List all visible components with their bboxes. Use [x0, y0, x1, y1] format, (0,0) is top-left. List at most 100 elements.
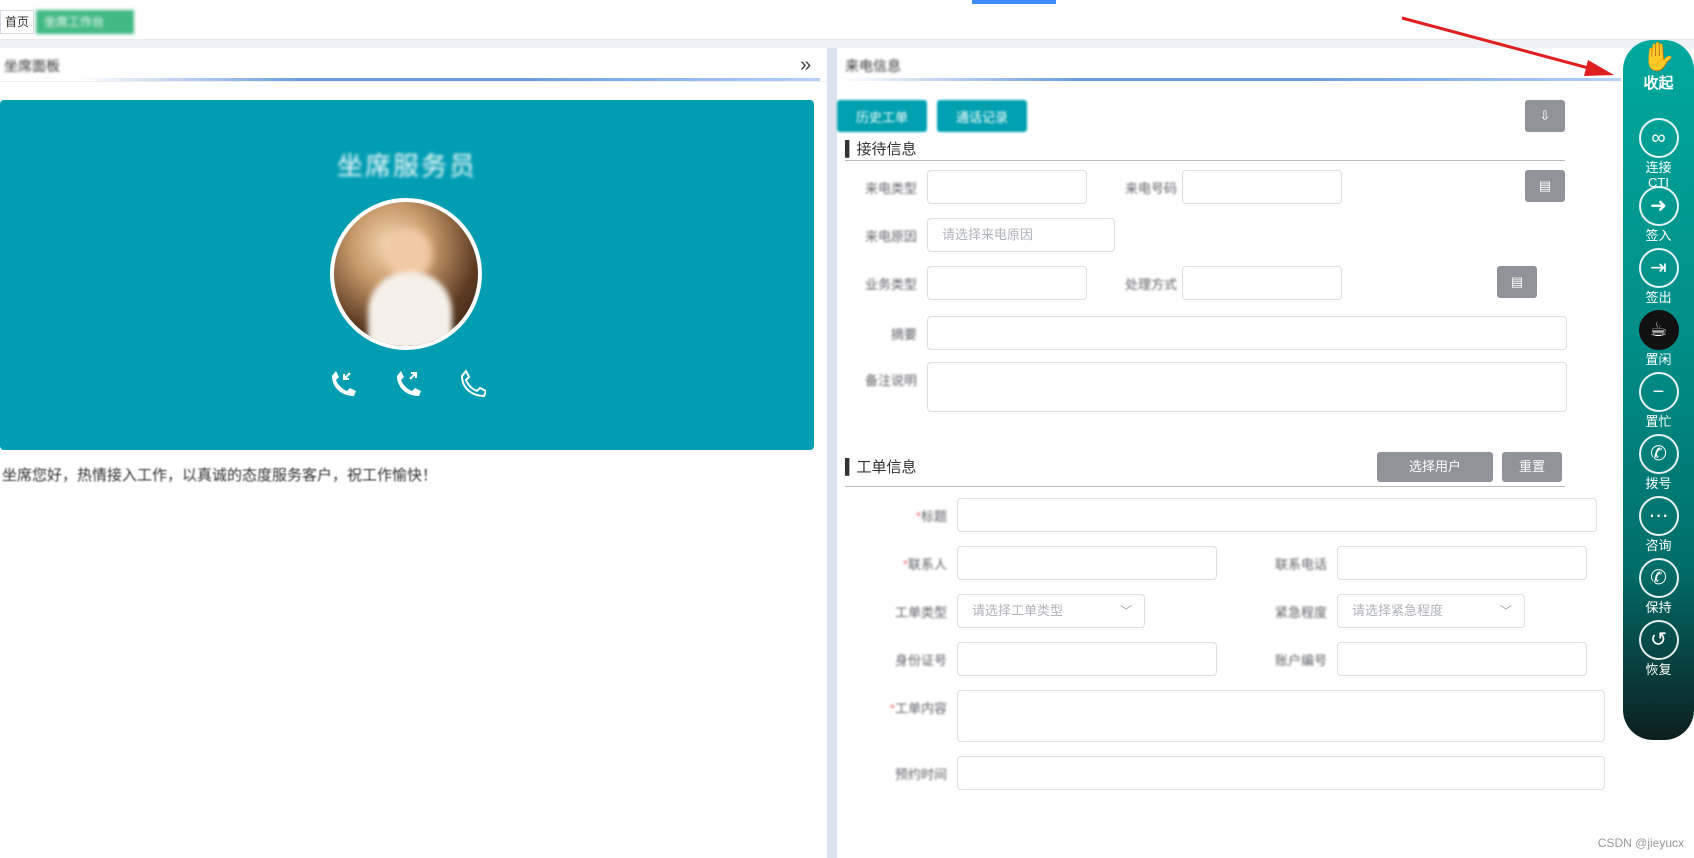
agent-panel: 坐席面板 » 坐席服务员 坐席您好，热情接入工作，以真诚的态度服务客户，祝工作愉…: [0, 48, 827, 858]
ticket-section-line: [845, 486, 1565, 487]
appointment-label: 预约时间: [894, 767, 947, 782]
business-type-input[interactable]: [927, 266, 1087, 300]
agent-panel-header: 坐席面板 »: [0, 48, 827, 82]
reception-section-label: 接待信息: [856, 141, 917, 158]
call-info-panel: 来电信息 历史工单 通话记录 ⇩ ▍接待信息 来电类型 来电号码 ▤ 来电原因 …: [837, 48, 1694, 858]
chevron-down-icon: ﹀: [1119, 604, 1132, 618]
account-number-input[interactable]: [1337, 642, 1587, 676]
phone-incoming-icon[interactable]: [328, 370, 362, 405]
sign-out-icon: ⇥: [1638, 248, 1679, 288]
urgency-placeholder: 请选择紧急程度: [1352, 603, 1444, 618]
call-reason-input[interactable]: 请选择来电原因: [927, 218, 1115, 252]
hand-icon: ✋: [1641, 41, 1676, 72]
collapse-toolbar-button[interactable]: ✋ 收起: [1623, 40, 1694, 91]
ticket-content-label-text: 工单内容: [894, 701, 947, 716]
phone-outgoing-icon[interactable]: [393, 370, 427, 405]
call-number-label: 来电号码: [1124, 181, 1177, 196]
tab-home[interactable]: 首页: [0, 10, 35, 34]
call-record-button[interactable]: 通话记录: [937, 100, 1027, 132]
ticket-type-select[interactable]: 请选择工单类型 ﹀: [957, 594, 1145, 628]
handling-input[interactable]: [1182, 266, 1342, 300]
hold-button[interactable]: ✆ 保持: [1623, 558, 1694, 615]
hold-label: 保持: [1645, 600, 1672, 615]
call-type-label: 来电类型: [864, 181, 917, 196]
consult-button[interactable]: ⋯ 咨询: [1623, 496, 1694, 553]
resume-label: 恢复: [1645, 662, 1672, 677]
document-button-2[interactable]: ▤: [1497, 266, 1537, 298]
download-button[interactable]: ⇩: [1525, 100, 1565, 132]
summary-input[interactable]: [927, 316, 1567, 350]
select-user-button[interactable]: 选择用户: [1377, 452, 1493, 482]
ticket-type-placeholder: 请选择工单类型: [972, 603, 1064, 618]
collapse-label: 收起: [1643, 75, 1674, 92]
ticket-section-title: ▍工单信息: [845, 459, 917, 476]
history-icon: ↺: [1638, 620, 1679, 660]
sign-in-icon: ➜: [1638, 186, 1679, 226]
dial-label: 拨号: [1645, 476, 1672, 491]
ticket-title-label: *标题: [915, 509, 947, 524]
connect-label: 连接: [1645, 160, 1672, 175]
ticket-content-label: *工单内容: [889, 701, 947, 716]
ticket-section-label: 工单信息: [856, 459, 917, 476]
summary-label: 摘要: [890, 327, 917, 342]
agent-card: 坐席服务员: [0, 100, 814, 450]
phone-pause-icon: ✆: [1638, 558, 1679, 598]
idle-label: 置闲: [1645, 352, 1672, 367]
top-indicator: [972, 0, 1056, 4]
contact-name-input[interactable]: [957, 546, 1217, 580]
busy-button[interactable]: − 置忙: [1623, 372, 1694, 429]
chat-icon: ⋯: [1638, 496, 1679, 536]
call-status-icons: [0, 369, 814, 405]
avatar: [330, 198, 482, 350]
coffee-icon: ☕: [1638, 310, 1679, 350]
reception-section-title: ▍接待信息: [845, 141, 917, 158]
cti-toolbar: ✋ 收起 ∞ 连接 CTI ➜ 签入 ⇥ 签出 ☕ 置闲 − 置忙 ✆ 拨号 ⋯…: [1623, 40, 1694, 740]
annotation-arrow: [1401, 16, 1614, 76]
consult-label: 咨询: [1645, 538, 1672, 553]
phone-icon: ✆: [1638, 434, 1679, 474]
sign-out-label: 签出: [1645, 290, 1672, 305]
avatar-body: [368, 272, 452, 346]
tab-active[interactable]: 坐席工作台: [36, 10, 134, 34]
ticket-title-input[interactable]: [957, 498, 1597, 532]
call-info-title: 来电信息: [845, 58, 901, 74]
sign-in-button[interactable]: ➜ 签入: [1623, 186, 1694, 243]
handling-label: 处理方式: [1124, 277, 1177, 292]
account-number-label: 账户编号: [1274, 653, 1327, 668]
ticket-type-label: 工单类型: [894, 605, 947, 620]
sign-out-button[interactable]: ⇥ 签出: [1623, 248, 1694, 305]
agent-panel-accent-line: [80, 78, 820, 81]
panel-divider[interactable]: [827, 48, 837, 858]
double-chevron-right-icon[interactable]: »: [800, 54, 811, 77]
phone-icon[interactable]: [458, 369, 488, 405]
reception-section-line: [845, 160, 1565, 161]
call-type-input[interactable]: [927, 170, 1087, 204]
welcome-text: 坐席您好，热情接入工作，以真诚的态度服务客户，祝工作愉快！: [2, 467, 438, 484]
id-number-input[interactable]: [957, 642, 1217, 676]
ticket-content-textarea[interactable]: [957, 690, 1605, 742]
idle-button[interactable]: ☕ 置闲: [1623, 310, 1694, 367]
sign-in-label: 签入: [1645, 228, 1672, 243]
connect-cti-button[interactable]: ∞ 连接 CTI: [1623, 118, 1694, 190]
resume-button[interactable]: ↺ 恢复: [1623, 620, 1694, 677]
id-number-label: 身份证号: [894, 653, 947, 668]
contact-name-label: *联系人: [902, 557, 947, 572]
chevron-down-icon: ﹀: [1499, 604, 1512, 618]
appointment-input[interactable]: [957, 756, 1605, 790]
reset-button[interactable]: 重置: [1502, 452, 1562, 482]
urgency-label: 紧急程度: [1274, 605, 1327, 620]
urgency-select[interactable]: 请选择紧急程度 ﹀: [1337, 594, 1525, 628]
ticket-title-label-text: 标题: [920, 509, 947, 524]
link-icon: ∞: [1638, 118, 1679, 158]
history-ticket-button[interactable]: 历史工单: [837, 100, 927, 132]
call-reason-label: 来电原因: [864, 229, 917, 244]
contact-name-label-text: 联系人: [907, 557, 947, 572]
minus-circle-icon: −: [1638, 372, 1679, 412]
call-number-input[interactable]: [1182, 170, 1342, 204]
dial-button[interactable]: ✆ 拨号: [1623, 434, 1694, 491]
remark-textarea[interactable]: [927, 362, 1567, 412]
watermark: CSDN @jieyucx: [1597, 836, 1684, 850]
agent-panel-title: 坐席面板: [4, 58, 60, 74]
contact-phone-input[interactable]: [1337, 546, 1587, 580]
document-button[interactable]: ▤: [1525, 170, 1565, 202]
